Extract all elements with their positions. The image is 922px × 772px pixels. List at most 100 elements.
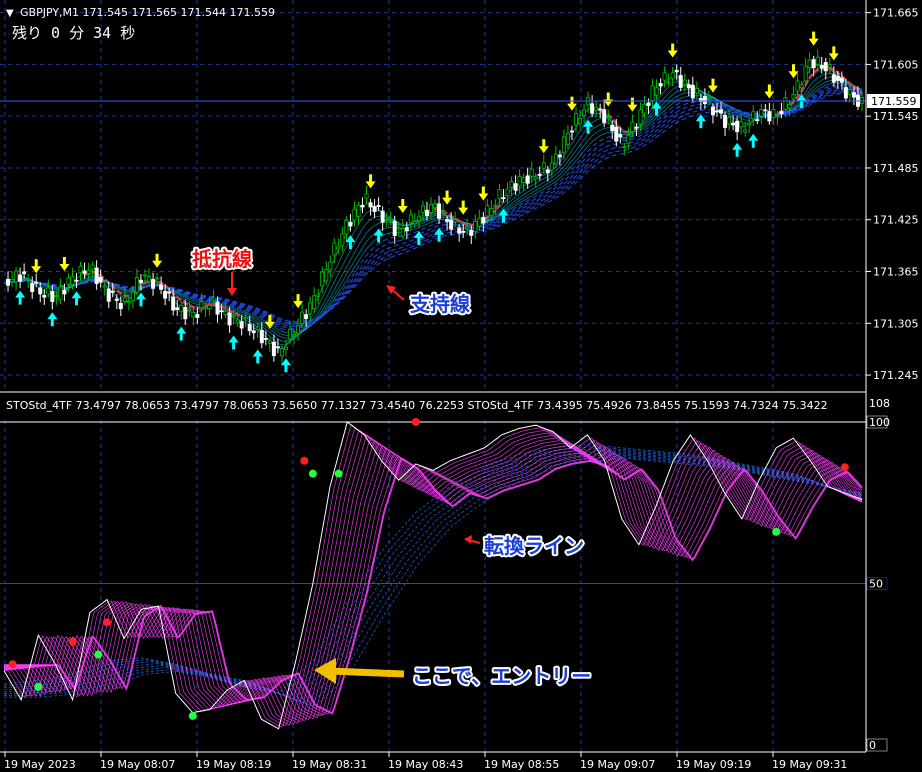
- sell-signal-dot: [8, 660, 17, 669]
- chart-area[interactable]: 171.665 171.605 171.545 171.485 171.425 171.3…: [0, 0, 922, 772]
- candle-body: [159, 284, 164, 290]
- candle-body: [34, 281, 39, 284]
- candle-body: [706, 97, 711, 100]
- candle-body: [70, 276, 75, 285]
- candle-body: [46, 287, 51, 295]
- candle-body: [541, 162, 546, 169]
- candle-body: [751, 111, 756, 120]
- candle-body: [102, 285, 107, 288]
- candle-body: [10, 279, 15, 282]
- candle-body: [275, 346, 280, 349]
- price-tick-label: 171.605: [873, 58, 919, 71]
- candle-body: [851, 92, 856, 98]
- candle-body: [860, 96, 865, 104]
- candle-body: [54, 295, 59, 298]
- candle-body: [191, 311, 196, 318]
- candle-body: [690, 84, 695, 99]
- candle-body: [114, 298, 119, 301]
- candle-body: [533, 176, 538, 180]
- candle-body: [187, 309, 192, 312]
- candle-body: [525, 175, 530, 184]
- candle-body: [505, 188, 510, 196]
- buy-signal-dot: [34, 682, 43, 691]
- candle-body: [811, 59, 816, 69]
- candle-body: [517, 175, 522, 187]
- axis-top-label: 108: [869, 397, 890, 410]
- candle-body: [578, 117, 583, 125]
- candle-body: [328, 261, 333, 271]
- candle-body: [392, 220, 397, 236]
- sell-signal-dot: [300, 456, 309, 465]
- candle-body: [461, 231, 466, 233]
- candle-body: [388, 219, 393, 222]
- candle-body: [453, 219, 458, 222]
- candle-body: [332, 242, 337, 256]
- candle-body: [433, 203, 438, 208]
- candle-body: [62, 290, 67, 295]
- level-label: 100: [869, 416, 890, 429]
- price-tick-label: 171.425: [873, 214, 919, 227]
- price-tick-label: 171.665: [873, 7, 919, 20]
- candle-body: [420, 205, 425, 213]
- candle-body: [445, 219, 450, 222]
- candle-body: [799, 84, 804, 89]
- candle-body: [626, 134, 631, 144]
- candle-body: [634, 126, 639, 129]
- candle-body: [710, 106, 715, 116]
- candle-body: [537, 174, 542, 176]
- candle-body: [30, 282, 35, 292]
- candle-body: [147, 276, 152, 282]
- symbol-dropdown-icon[interactable]: ▼: [6, 8, 14, 19]
- candle-body: [795, 80, 800, 92]
- price-tick-label: 171.545: [873, 110, 919, 123]
- current-price-label: 171.559: [871, 95, 917, 108]
- candle-body: [582, 109, 587, 116]
- candle-body: [815, 56, 820, 65]
- time-tick-label: 19 May 08:55: [484, 758, 559, 771]
- candle-body: [175, 307, 180, 310]
- candle-body: [110, 290, 115, 293]
- candle-body: [594, 106, 599, 111]
- candle-body: [94, 267, 99, 284]
- candle-body: [739, 121, 744, 128]
- candle-body: [42, 294, 47, 298]
- candle-body: [666, 81, 671, 84]
- candle-body: [489, 208, 494, 216]
- candle-body: [372, 206, 377, 212]
- candle-body: [86, 270, 91, 274]
- candle-body: [130, 291, 135, 301]
- candle-body: [259, 329, 264, 344]
- candle-body: [465, 226, 470, 229]
- candle-body: [155, 277, 160, 280]
- candle-body: [26, 278, 31, 281]
- candle-body: [82, 270, 87, 274]
- candle-body: [179, 304, 184, 312]
- time-tick-label: 19 May 08:19: [196, 758, 271, 771]
- candle-body: [561, 136, 566, 153]
- candle-body: [513, 183, 518, 191]
- candle-body: [428, 203, 433, 213]
- candle-body: [763, 109, 768, 112]
- candle-body: [316, 294, 321, 297]
- level-label: 0: [869, 739, 876, 752]
- candle-body: [658, 83, 663, 87]
- candle-body: [694, 88, 699, 94]
- candle-body: [590, 103, 595, 114]
- candle-body: [501, 197, 506, 200]
- candle-body: [243, 317, 248, 320]
- candle-body: [823, 62, 828, 72]
- candle-body: [324, 269, 329, 282]
- candle-body: [714, 110, 719, 113]
- candle-body: [118, 302, 123, 310]
- candle-body: [686, 84, 691, 89]
- candle-body: [404, 227, 409, 232]
- support-annotation: 支持線: [410, 292, 470, 316]
- candle-body: [38, 287, 43, 295]
- candle-body: [791, 94, 796, 100]
- candle-body: [18, 274, 23, 282]
- candle-body: [481, 216, 486, 224]
- candle-body: [247, 324, 252, 332]
- candle-body: [195, 314, 200, 318]
- candle-body: [719, 109, 724, 114]
- candle-body: [279, 348, 284, 357]
